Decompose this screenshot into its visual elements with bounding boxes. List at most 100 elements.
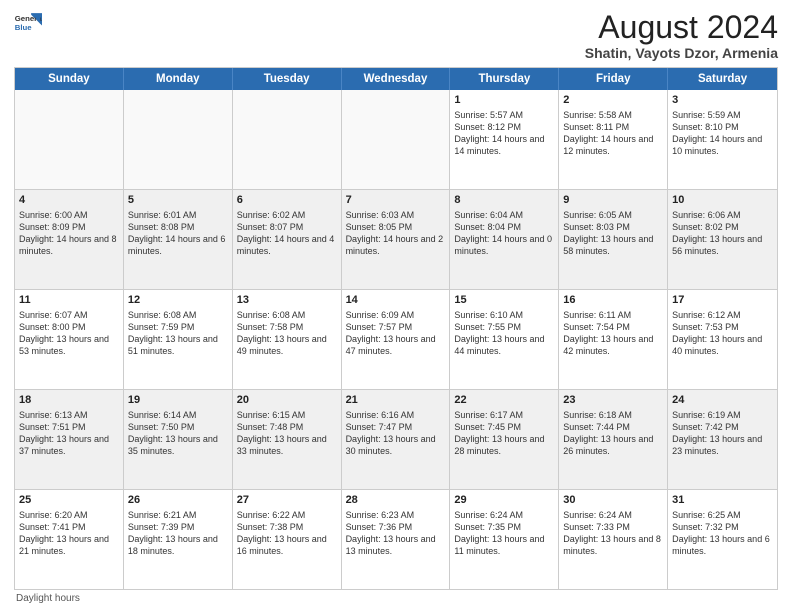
cell-w1-d5: 9Sunrise: 6:05 AM Sunset: 8:03 PM Daylig… xyxy=(559,190,668,289)
header-sunday: Sunday xyxy=(15,68,124,90)
day-info: Sunrise: 6:12 AM Sunset: 7:53 PM Dayligh… xyxy=(672,310,762,356)
day-number: 16 xyxy=(563,293,663,308)
day-info: Sunrise: 6:10 AM Sunset: 7:55 PM Dayligh… xyxy=(454,310,544,356)
cell-w0-d3 xyxy=(342,90,451,189)
cell-w0-d6: 3Sunrise: 5:59 AM Sunset: 8:10 PM Daylig… xyxy=(668,90,777,189)
day-number: 10 xyxy=(672,193,773,208)
day-info: Sunrise: 6:19 AM Sunset: 7:42 PM Dayligh… xyxy=(672,410,762,456)
header-wednesday: Wednesday xyxy=(342,68,451,90)
header-thursday: Thursday xyxy=(450,68,559,90)
day-info: Sunrise: 6:24 AM Sunset: 7:35 PM Dayligh… xyxy=(454,510,544,556)
cell-w3-d2: 20Sunrise: 6:15 AM Sunset: 7:48 PM Dayli… xyxy=(233,390,342,489)
day-number: 18 xyxy=(19,393,119,408)
cell-w1-d3: 7 Sunrise: 6:03 AM Sunset: 8:05 PM Daylig… xyxy=(342,190,451,289)
cell-w1-d4: 8 Sunrise: 6:04 AM Sunset: 8:04 PM Daylig… xyxy=(450,190,559,289)
cell-w4-d3: 28 Sunrise: 6:23 AM Sunset: 7:36 PM Dayli… xyxy=(342,490,451,589)
day-number: 4 xyxy=(19,193,119,208)
day-info: Sunrise: 6:16 AM Sunset: 7:47 PM Dayligh… xyxy=(346,410,436,456)
cell-w4-d2: 27 Sunrise: 6:22 AM Sunset: 7:38 PM Dayli… xyxy=(233,490,342,589)
cell-w4-d5: 30 Sunrise: 6:24 AM Sunset: 7:33 PM Dayli… xyxy=(559,490,668,589)
header-monday: Monday xyxy=(124,68,233,90)
day-number: 2 xyxy=(563,93,663,108)
week-row-3: 18 Sunrise: 6:13 AM Sunset: 7:51 PM Dayli… xyxy=(15,390,777,490)
day-info: Sunrise: 6:06 AM Sunset: 8:02 PM Dayligh… xyxy=(672,210,762,256)
day-info: Sunrise: 6:00 AM Sunset: 8:09 PM Dayligh… xyxy=(19,210,117,256)
calendar: Sunday Monday Tuesday Wednesday Thursday… xyxy=(14,67,778,590)
cell-w4-d0: 25 Sunrise: 6:20 AM Sunset: 7:41 PM Dayli… xyxy=(15,490,124,589)
cell-w3-d4: 22Sunrise: 6:17 AM Sunset: 7:45 PM Dayli… xyxy=(450,390,559,489)
cell-w2-d0: 11 Sunrise: 6:07 AM Sunset: 8:00 PM Dayli… xyxy=(15,290,124,389)
day-info: Sunrise: 6:01 AM Sunset: 8:08 PM Dayligh… xyxy=(128,210,226,256)
day-info: Sunrise: 6:08 AM Sunset: 7:59 PM Dayligh… xyxy=(128,310,218,356)
day-number: 5 xyxy=(128,193,228,208)
cell-w3-d3: 21 Sunrise: 6:16 AM Sunset: 7:47 PM Dayli… xyxy=(342,390,451,489)
cell-w1-d6: 10 Sunrise: 6:06 AM Sunset: 8:02 PM Dayli… xyxy=(668,190,777,289)
week-row-0: 1Sunrise: 5:57 AM Sunset: 8:12 PM Daylig… xyxy=(15,90,777,190)
day-info: Sunrise: 6:18 AM Sunset: 7:44 PM Dayligh… xyxy=(563,410,653,456)
cell-w2-d1: 12 Sunrise: 6:08 AM Sunset: 7:59 PM Dayli… xyxy=(124,290,233,389)
day-number: 12 xyxy=(128,293,228,308)
day-info: Sunrise: 6:08 AM Sunset: 7:58 PM Dayligh… xyxy=(237,310,327,356)
day-number: 11 xyxy=(19,293,119,308)
cell-w4-d1: 26 Sunrise: 6:21 AM Sunset: 7:39 PM Dayli… xyxy=(124,490,233,589)
day-number: 24 xyxy=(672,393,773,408)
day-info: Sunrise: 5:58 AM Sunset: 8:11 PM Dayligh… xyxy=(563,110,653,156)
day-info: Sunrise: 6:17 AM Sunset: 7:45 PM Dayligh… xyxy=(454,410,544,456)
day-info: Sunrise: 6:07 AM Sunset: 8:00 PM Dayligh… xyxy=(19,310,109,356)
day-info: Sunrise: 6:14 AM Sunset: 7:50 PM Dayligh… xyxy=(128,410,218,456)
header-saturday: Saturday xyxy=(668,68,777,90)
day-number: 17 xyxy=(672,293,773,308)
cell-w0-d2 xyxy=(233,90,342,189)
cell-w2-d4: 15Sunrise: 6:10 AM Sunset: 7:55 PM Dayli… xyxy=(450,290,559,389)
week-row-2: 11 Sunrise: 6:07 AM Sunset: 8:00 PM Dayli… xyxy=(15,290,777,390)
day-info: Sunrise: 6:13 AM Sunset: 7:51 PM Dayligh… xyxy=(19,410,109,456)
week-row-4: 25 Sunrise: 6:20 AM Sunset: 7:41 PM Dayli… xyxy=(15,490,777,589)
day-info: Sunrise: 5:59 AM Sunset: 8:10 PM Dayligh… xyxy=(672,110,762,156)
day-info: Sunrise: 6:23 AM Sunset: 7:36 PM Dayligh… xyxy=(346,510,436,556)
day-info: Sunrise: 6:22 AM Sunset: 7:38 PM Dayligh… xyxy=(237,510,327,556)
day-number: 23 xyxy=(563,393,663,408)
calendar-body: 1Sunrise: 5:57 AM Sunset: 8:12 PM Daylig… xyxy=(15,90,777,589)
day-number: 14 xyxy=(346,293,446,308)
day-number: 26 xyxy=(128,493,228,508)
cell-w2-d6: 17 Sunrise: 6:12 AM Sunset: 7:53 PM Dayli… xyxy=(668,290,777,389)
day-number: 21 xyxy=(346,393,446,408)
day-info: Sunrise: 6:20 AM Sunset: 7:41 PM Dayligh… xyxy=(19,510,109,556)
cell-w0-d0 xyxy=(15,90,124,189)
title-month: August 2024 xyxy=(585,10,778,45)
day-info: Sunrise: 6:05 AM Sunset: 8:03 PM Dayligh… xyxy=(563,210,653,256)
cell-w0-d4: 1Sunrise: 5:57 AM Sunset: 8:12 PM Daylig… xyxy=(450,90,559,189)
cell-w1-d2: 6Sunrise: 6:02 AM Sunset: 8:07 PM Daylig… xyxy=(233,190,342,289)
day-number: 19 xyxy=(128,393,228,408)
cell-w2-d5: 16Sunrise: 6:11 AM Sunset: 7:54 PM Dayli… xyxy=(559,290,668,389)
cell-w0-d1 xyxy=(124,90,233,189)
cell-w3-d5: 23 Sunrise: 6:18 AM Sunset: 7:44 PM Dayli… xyxy=(559,390,668,489)
footer-note: Daylight hours xyxy=(14,590,778,604)
cell-w2-d3: 14 Sunrise: 6:09 AM Sunset: 7:57 PM Dayli… xyxy=(342,290,451,389)
day-number: 7 xyxy=(346,193,446,208)
header: General Blue August 2024 Shatin, Vayots … xyxy=(14,10,778,61)
cell-w3-d6: 24 Sunrise: 6:19 AM Sunset: 7:42 PM Dayli… xyxy=(668,390,777,489)
day-info: Sunrise: 6:03 AM Sunset: 8:05 PM Dayligh… xyxy=(346,210,444,256)
title-block: August 2024 Shatin, Vayots Dzor, Armenia xyxy=(585,10,778,61)
day-info: Sunrise: 6:21 AM Sunset: 7:39 PM Dayligh… xyxy=(128,510,218,556)
day-number: 8 xyxy=(454,193,554,208)
day-info: Sunrise: 6:15 AM Sunset: 7:48 PM Dayligh… xyxy=(237,410,327,456)
header-friday: Friday xyxy=(559,68,668,90)
day-info: Sunrise: 6:09 AM Sunset: 7:57 PM Dayligh… xyxy=(346,310,436,356)
week-row-1: 4 Sunrise: 6:00 AM Sunset: 8:09 PM Daylig… xyxy=(15,190,777,290)
day-number: 31 xyxy=(672,493,773,508)
svg-text:Blue: Blue xyxy=(15,23,33,32)
day-number: 6 xyxy=(237,193,337,208)
cell-w4-d6: 31Sunrise: 6:25 AM Sunset: 7:32 PM Dayli… xyxy=(668,490,777,589)
cell-w1-d1: 5 Sunrise: 6:01 AM Sunset: 8:08 PM Daylig… xyxy=(124,190,233,289)
day-number: 28 xyxy=(346,493,446,508)
day-info: Sunrise: 6:24 AM Sunset: 7:33 PM Dayligh… xyxy=(563,510,661,556)
day-number: 25 xyxy=(19,493,119,508)
day-number: 27 xyxy=(237,493,337,508)
day-info: Sunrise: 5:57 AM Sunset: 8:12 PM Dayligh… xyxy=(454,110,544,156)
day-info: Sunrise: 6:04 AM Sunset: 8:04 PM Dayligh… xyxy=(454,210,552,256)
day-number: 30 xyxy=(563,493,663,508)
page: General Blue August 2024 Shatin, Vayots … xyxy=(0,0,792,612)
cell-w3-d1: 19 Sunrise: 6:14 AM Sunset: 7:50 PM Dayli… xyxy=(124,390,233,489)
